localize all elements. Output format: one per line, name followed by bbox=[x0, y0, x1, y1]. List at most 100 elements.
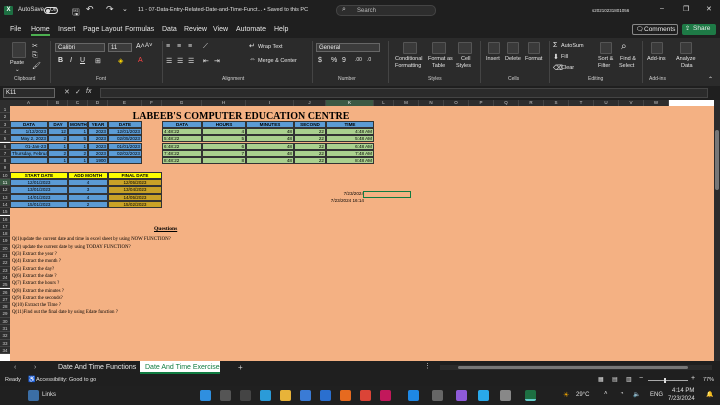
start-icon[interactable] bbox=[200, 390, 211, 401]
question-text[interactable]: Q(9) Extract the seconds? bbox=[12, 296, 63, 302]
accessibility-status[interactable]: Accessibility: Good to go bbox=[36, 377, 96, 383]
find-select-button[interactable]: Find & bbox=[620, 56, 636, 62]
question-text[interactable]: Q(1)update the current date and time in … bbox=[12, 237, 171, 243]
share-button[interactable]: ⇪ Share bbox=[682, 24, 716, 35]
increase-decimal-icon[interactable]: .00 bbox=[355, 57, 362, 63]
edge-icon[interactable] bbox=[260, 390, 271, 401]
row-header[interactable]: 2 bbox=[0, 113, 10, 121]
now-value[interactable]: 7/23/2024 16:14 bbox=[290, 198, 365, 204]
row-header[interactable]: 16 bbox=[0, 215, 10, 223]
time-table-header[interactable]: MINUTES bbox=[246, 120, 294, 128]
time-table-cell[interactable]: 7:48:22 bbox=[162, 149, 202, 158]
date-table-cell[interactable]: 1 bbox=[68, 157, 88, 165]
tab-view[interactable]: View bbox=[213, 26, 228, 33]
cut-icon[interactable]: ✂ bbox=[32, 42, 38, 50]
excel-taskbar-icon[interactable] bbox=[525, 390, 536, 401]
row-header[interactable]: 32 bbox=[0, 332, 10, 340]
row-header[interactable]: 30 bbox=[0, 317, 10, 325]
app-icon[interactable] bbox=[432, 390, 443, 401]
sheet-tab-exercise[interactable]: Date And Time Exercise bbox=[140, 361, 220, 374]
row-header[interactable]: 24 bbox=[0, 273, 10, 282]
currency-icon[interactable]: $ bbox=[318, 57, 322, 64]
edate-table-cell[interactable]: 15/01/2023 bbox=[10, 200, 68, 209]
row-header[interactable]: 5 bbox=[0, 135, 10, 143]
find-select-icon[interactable]: ⌕ bbox=[621, 41, 627, 52]
language-indicator[interactable]: ENG bbox=[650, 392, 663, 398]
minimize-icon[interactable]: – bbox=[660, 5, 664, 12]
format-cells-icon[interactable] bbox=[528, 42, 540, 54]
row-header[interactable]: 17 bbox=[0, 222, 10, 231]
date-table-cell[interactable]: 2 bbox=[48, 135, 68, 143]
time-table-cell[interactable]: 6:48 AM bbox=[326, 142, 374, 150]
undo-icon[interactable]: ↶ bbox=[86, 4, 94, 15]
delete-cells-icon[interactable] bbox=[507, 42, 519, 54]
format-as-table-icon[interactable] bbox=[432, 42, 446, 54]
row-header[interactable]: 29 bbox=[0, 310, 10, 318]
time-table-cell[interactable]: 8:48 AM bbox=[326, 157, 374, 165]
italic-icon[interactable]: I bbox=[70, 57, 72, 64]
comments-button[interactable]: 🗨 Comments bbox=[632, 24, 678, 35]
media-player-icon[interactable] bbox=[380, 390, 391, 401]
edate-table-header[interactable]: ADD MONTH bbox=[68, 171, 108, 179]
row-header[interactable]: 31 bbox=[0, 325, 10, 333]
question-text[interactable]: Q(3) Extract the year ? bbox=[12, 252, 57, 258]
today-value[interactable]: 7/23/2024 bbox=[290, 191, 365, 197]
tab-help[interactable]: Help bbox=[274, 26, 288, 33]
tab-page-layout[interactable]: Page Layout bbox=[83, 26, 122, 33]
date-table-cell[interactable]: 02/02/2023 bbox=[108, 149, 142, 158]
row-header[interactable]: 22 bbox=[0, 259, 10, 267]
time-table-header[interactable]: TIME bbox=[326, 120, 374, 128]
tab-automate[interactable]: Automate bbox=[236, 26, 266, 33]
row-header[interactable]: 11 bbox=[0, 179, 10, 187]
align-middle-icon[interactable]: ≡ bbox=[177, 43, 181, 50]
question-text[interactable]: Q(11)Find out the final date by using Ed… bbox=[12, 310, 118, 316]
bold-icon[interactable]: B bbox=[58, 57, 63, 64]
weather-temp[interactable]: 29°C bbox=[576, 392, 589, 398]
date-table-cell[interactable]: 01-Jan-23 bbox=[10, 142, 48, 150]
time-table-cell[interactable]: 22 bbox=[294, 135, 326, 143]
edate-table-cell[interactable]: 15/02/2023 bbox=[108, 200, 162, 209]
format-cells-button[interactable]: Format bbox=[525, 56, 542, 62]
paste-dropdown-icon[interactable]: ⌄ bbox=[15, 67, 20, 73]
network-icon[interactable]: ◔ bbox=[620, 391, 624, 397]
row-header[interactable]: 13 bbox=[0, 193, 10, 201]
name-box[interactable]: K11 bbox=[3, 88, 55, 98]
row-header[interactable]: 25 bbox=[0, 281, 10, 289]
redo-icon[interactable]: ↷ bbox=[106, 4, 114, 15]
time-table-cell[interactable]: 6 bbox=[202, 142, 246, 150]
add-sheet-icon[interactable]: + bbox=[238, 363, 243, 372]
conditional-formatting-button[interactable]: Conditional bbox=[395, 56, 423, 62]
row-header[interactable]: 3 bbox=[0, 120, 10, 128]
decrease-decimal-icon[interactable]: .0 bbox=[367, 57, 371, 63]
row-header[interactable]: 8 bbox=[0, 157, 10, 165]
question-text[interactable]: Q(6) Extract the date ? bbox=[12, 274, 57, 280]
date-table-cell[interactable]: Thursday, February 2, 2023 bbox=[10, 149, 48, 158]
date-table-cell[interactable]: 12/01/2023 bbox=[108, 127, 142, 136]
date-table-cell[interactable]: 1 bbox=[68, 142, 88, 150]
save-icon[interactable]: 🖫 bbox=[72, 5, 80, 21]
time-table-header[interactable]: HOURS bbox=[202, 120, 246, 128]
page-break-view-icon[interactable]: ▥ bbox=[626, 376, 632, 383]
insert-cells-icon[interactable] bbox=[488, 42, 500, 54]
question-text[interactable]: Q(10) Extract the Time ? bbox=[12, 303, 61, 309]
notifications-icon[interactable]: 🔔 bbox=[706, 391, 713, 398]
cell-styles-icon[interactable] bbox=[458, 42, 472, 54]
task-view-icon[interactable] bbox=[240, 390, 251, 401]
date-table-cell[interactable]: 02/05/2023 bbox=[108, 135, 142, 143]
zoom-level[interactable]: 77% bbox=[703, 377, 714, 383]
time-table-cell[interactable]: 22 bbox=[294, 149, 326, 158]
date-table-cell[interactable] bbox=[10, 157, 48, 165]
cancel-entry-icon[interactable]: ✕ bbox=[64, 88, 70, 96]
row-header[interactable]: 23 bbox=[0, 266, 10, 274]
links-widget-icon[interactable] bbox=[28, 390, 39, 401]
tab-file[interactable]: File bbox=[10, 26, 21, 33]
time-table-cell[interactable]: 4:48 AM bbox=[326, 127, 374, 136]
edate-table-cell[interactable]: 13/01/2023 bbox=[10, 186, 68, 194]
analyze-data-icon[interactable] bbox=[680, 42, 692, 54]
edate-table-cell[interactable]: 4 bbox=[68, 179, 108, 187]
analyze-data-button[interactable]: Analyze bbox=[676, 56, 696, 62]
decrease-indent-icon[interactable]: ⇤ bbox=[203, 57, 209, 65]
date-table-cell[interactable]: 1900 bbox=[88, 157, 108, 165]
comma-icon[interactable]: 9 bbox=[342, 57, 346, 64]
row-header[interactable]: 4 bbox=[0, 127, 10, 136]
